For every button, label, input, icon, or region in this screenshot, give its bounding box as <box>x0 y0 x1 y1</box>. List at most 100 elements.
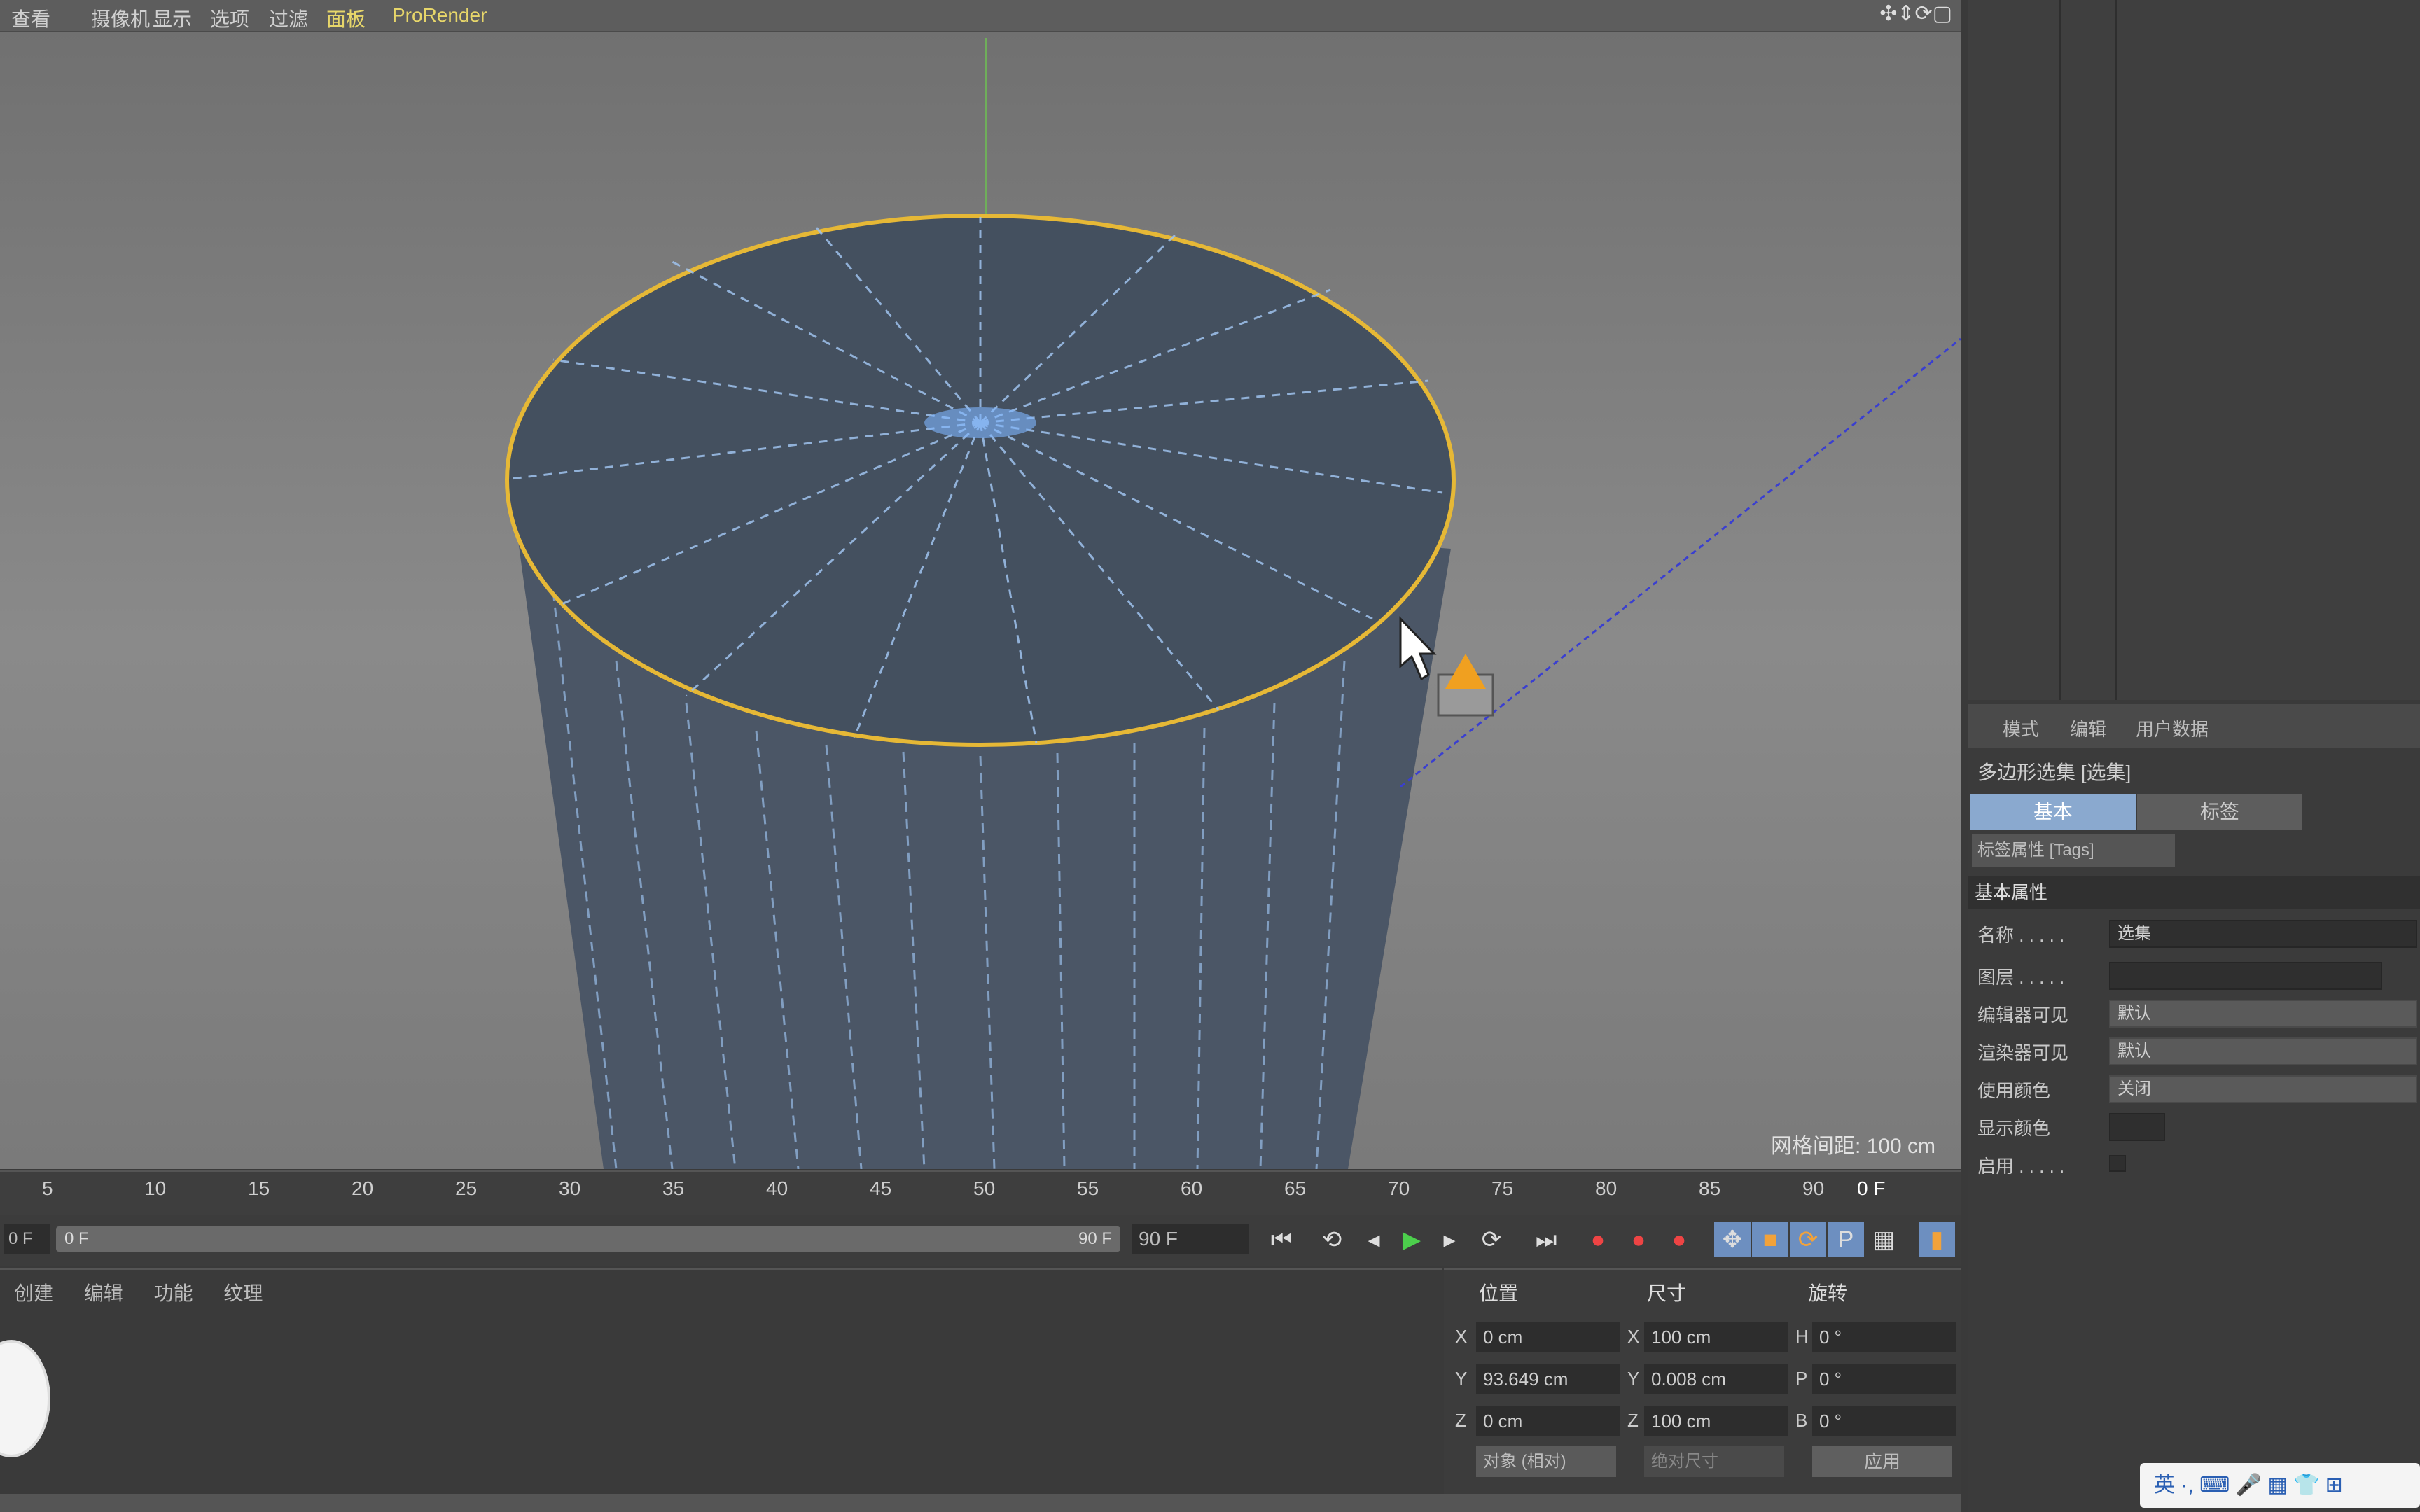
prop-row-use-color: 使用颜色 关闭 <box>1970 1070 2419 1106</box>
use-color-dropdown[interactable]: 关闭 <box>2109 1075 2417 1103</box>
layer-field[interactable] <box>2109 962 2382 990</box>
axis-label: Y <box>1627 1368 1640 1389</box>
param-key-icon[interactable]: P <box>1828 1222 1864 1257</box>
name-field[interactable]: 选集 <box>2109 920 2417 948</box>
scrub-right-label: 90 F <box>1078 1229 1112 1248</box>
grid-scale-value: : 100 cm <box>1854 1135 1935 1158</box>
size-mode-dropdown[interactable]: 绝对尺寸 <box>1644 1446 1784 1477</box>
object-manager[interactable] <box>1968 0 2420 700</box>
tick-label: 55 <box>1077 1177 1099 1199</box>
render-visible-dropdown[interactable]: 默认 <box>2109 1037 2417 1065</box>
timeline-ruler[interactable]: 5 10 15 20 25 30 35 40 45 50 55 60 65 70… <box>0 1170 1961 1215</box>
axis-label: P <box>1795 1368 1808 1389</box>
prev-frame-icon[interactable]: ◂ <box>1356 1222 1392 1257</box>
tick-label: 25 <box>455 1177 478 1199</box>
ime-taskbar[interactable]: 英 ·, ⌨ 🎤 ▦ 👕 ⊞ <box>2140 1463 2420 1508</box>
axis-label: Y <box>1455 1368 1468 1389</box>
rotation-p-field[interactable]: 0 ° <box>1812 1364 1956 1394</box>
tick-label: 10 <box>144 1177 167 1199</box>
current-frame-field[interactable]: 90 F <box>1132 1224 1249 1254</box>
timeline-scrubber[interactable]: 0 F 90 F <box>56 1226 1120 1252</box>
rotation-b-field[interactable]: 0 ° <box>1812 1406 1956 1436</box>
rotation-h-field[interactable]: 0 ° <box>1812 1322 1956 1352</box>
menu-display[interactable]: 显示 <box>153 4 192 32</box>
next-frame-icon[interactable]: ▸ <box>1431 1222 1468 1257</box>
coordinate-mode-dropdown[interactable]: 对象 (相对) <box>1476 1446 1616 1477</box>
attributes-title: 多边形选集 [选集] <box>1977 762 2132 783</box>
position-y-field[interactable]: 93.649 cm <box>1476 1364 1620 1394</box>
tab-tag[interactable]: 标签 <box>2137 794 2302 830</box>
mode-menu[interactable]: 模式 <box>2003 715 2039 741</box>
go-to-end-icon[interactable]: ⏭ <box>1528 1222 1564 1257</box>
go-to-start-icon[interactable]: ⏮ <box>1263 1222 1300 1257</box>
prev-key-icon[interactable]: ⟲ <box>1314 1222 1350 1257</box>
next-key-icon[interactable]: ⟳ <box>1473 1222 1510 1257</box>
timeline-icon[interactable]: ▮ <box>1919 1222 1955 1257</box>
viewport-nav-icon[interactable]: ✣⇕⟳▢ <box>1879 1 1952 26</box>
rotate-key-icon[interactable]: ⟳ <box>1790 1222 1826 1257</box>
basic-properties-header: 基本属性 <box>1968 876 2420 909</box>
tick-label: 45 <box>870 1177 892 1199</box>
move-key-icon[interactable]: ✥ <box>1714 1222 1751 1257</box>
auto-key-icon[interactable]: ● <box>1620 1222 1657 1257</box>
tick-label: 60 <box>1181 1177 1203 1199</box>
edit-menu[interactable]: 编辑 <box>2070 715 2106 741</box>
prop-label: 编辑器可见 <box>1977 1004 2069 1026</box>
enable-checkbox[interactable] <box>2109 1155 2126 1172</box>
grid-scale-readout: 网格间距: 100 cm <box>1771 1128 1935 1159</box>
material-menu: 创建 编辑 功能 纹理 <box>14 1278 263 1306</box>
end-frame-label: 0 F <box>1857 1177 1886 1199</box>
prop-label: 显示颜色 <box>1977 1118 2051 1139</box>
menu-edit[interactable]: 编辑 <box>84 1282 123 1304</box>
record-icon[interactable]: ● <box>1580 1222 1616 1257</box>
scale-key-icon[interactable]: ■ <box>1752 1222 1788 1257</box>
menu-camera[interactable]: 摄像机 <box>91 4 150 32</box>
tick-label: 50 <box>973 1177 996 1199</box>
tick-label: 15 <box>248 1177 270 1199</box>
start-frame-field[interactable]: 0 F <box>4 1224 50 1254</box>
tick-label: 20 <box>352 1177 374 1199</box>
tick-label: 80 <box>1595 1177 1618 1199</box>
key-selection-icon[interactable]: ● <box>1661 1222 1697 1257</box>
size-header: 尺寸 <box>1647 1282 1687 1304</box>
menu-view[interactable]: 查看 <box>11 4 50 32</box>
size-x-field[interactable]: 100 cm <box>1644 1322 1788 1352</box>
tick-label: 5 <box>42 1177 53 1199</box>
menu-options[interactable]: 选项 <box>210 4 249 32</box>
3d-viewport[interactable]: 查看 摄像机 显示 选项 过滤 面板 ProRender ✣⇕⟳▢ 网格间距: … <box>0 0 1961 1169</box>
display-color-swatch[interactable] <box>2109 1113 2165 1141</box>
viewport-menubar: 查看 摄像机 显示 选项 过滤 面板 ProRender ✣⇕⟳▢ <box>0 0 1961 32</box>
prop-row-layer: 图层 . . . . . <box>1970 956 2419 993</box>
position-x-field[interactable]: 0 cm <box>1476 1322 1620 1352</box>
tick-label: 75 <box>1491 1177 1514 1199</box>
material-manager: 创建 编辑 功能 纹理 <box>0 1268 1442 1494</box>
attributes-panel: 模式 编辑 用户数据 多边形选集 [选集] 基本 标签 标签属性 [Tags] … <box>1968 704 2420 1512</box>
menu-panel[interactable]: 面板 <box>326 4 366 32</box>
play-icon[interactable]: ▶ <box>1393 1222 1430 1257</box>
pla-key-icon[interactable]: ▦ <box>1865 1222 1902 1257</box>
prop-label: 启用 . . . . . <box>1977 1156 2065 1177</box>
cap-center-highlight <box>924 407 1036 438</box>
menu-prorender[interactable]: ProRender <box>392 4 487 27</box>
menu-create[interactable]: 创建 <box>14 1282 53 1304</box>
size-y-field[interactable]: 0.008 cm <box>1644 1364 1788 1394</box>
prop-label: 名称 . . . . . <box>1977 925 2065 946</box>
tab-basic[interactable]: 基本 <box>1970 794 2136 830</box>
axis-label: H <box>1795 1326 1809 1347</box>
prop-label: 图层 . . . . . <box>1977 967 2065 988</box>
editor-visible-dropdown[interactable]: 默认 <box>2109 1000 2417 1028</box>
menu-filter[interactable]: 过滤 <box>269 4 308 32</box>
tick-label: 85 <box>1699 1177 1721 1199</box>
apply-button[interactable]: 应用 <box>1812 1446 1952 1477</box>
prop-row-enable: 启用 . . . . . <box>1970 1145 2419 1182</box>
menu-function[interactable]: 功能 <box>154 1282 193 1304</box>
axis-label: Z <box>1455 1410 1466 1431</box>
user-data-menu[interactable]: 用户数据 <box>2136 715 2209 741</box>
tick-label: 70 <box>1388 1177 1410 1199</box>
position-z-field[interactable]: 0 cm <box>1476 1406 1620 1436</box>
coordinate-manager: 位置 尺寸 旋转 X 0 cm X 100 cm H 0 ° Y 93.649 … <box>1444 1268 1961 1494</box>
tag-properties-tab[interactable]: 标签属性 [Tags] <box>1972 834 2175 867</box>
prop-label: 使用颜色 <box>1977 1080 2051 1101</box>
size-z-field[interactable]: 100 cm <box>1644 1406 1788 1436</box>
menu-texture[interactable]: 纹理 <box>223 1282 263 1304</box>
